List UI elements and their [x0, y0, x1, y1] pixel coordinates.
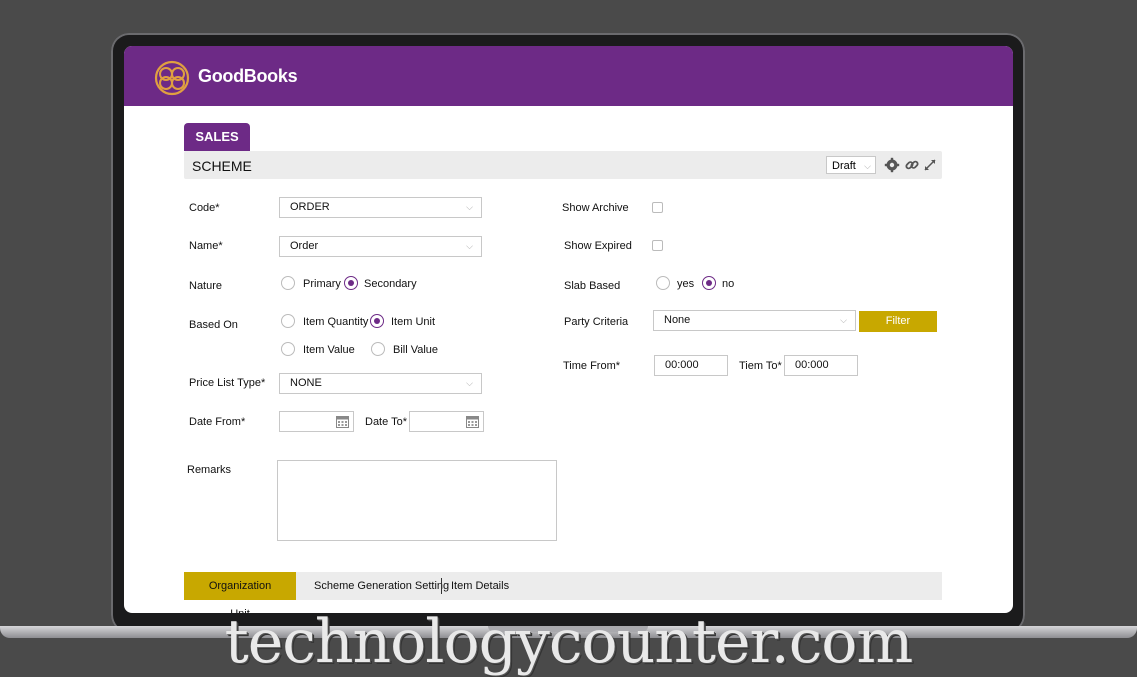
chevron-down-icon: ⌵ — [466, 378, 473, 388]
code-label: Code* — [189, 202, 220, 214]
code-value: ORDER — [290, 201, 330, 213]
remarks-textarea[interactable] — [277, 460, 557, 541]
nature-primary-radio[interactable] — [281, 276, 295, 290]
goodbooks-logo-icon — [154, 60, 190, 96]
status-select[interactable]: Draft ⌵ — [826, 156, 876, 174]
party-criteria-value: None — [664, 314, 691, 326]
calendar-icon[interactable] — [336, 415, 349, 428]
show-archive-checkbox[interactable] — [652, 202, 663, 213]
module-tab-sales[interactable]: SALES — [184, 123, 250, 151]
slab-based-yes-label: yes — [677, 278, 695, 290]
name-value: Order — [290, 240, 319, 252]
chevron-down-icon: ⌵ — [840, 315, 847, 325]
slab-based-no-radio[interactable] — [702, 276, 716, 290]
watermark-text: technologycounter.com — [224, 607, 914, 677]
based-on-bill-value-label: Bill Value — [393, 344, 439, 356]
price-list-type-value: NONE — [290, 377, 322, 389]
price-list-type-label: Price List Type* — [189, 377, 266, 389]
status-select-value: Draft — [832, 160, 856, 172]
party-criteria-select[interactable]: None ⌵ — [653, 310, 856, 331]
based-on-item-quantity-radio[interactable] — [281, 314, 295, 328]
form-title-bar: SCHEME Draft ⌵ — [184, 151, 942, 179]
date-to-label: Date To* — [365, 416, 407, 428]
tab-separator — [441, 578, 442, 594]
tab-organization-unit[interactable]: Organization Unit — [184, 572, 296, 613]
code-select[interactable]: ORDER ⌵ — [279, 197, 482, 218]
slab-based-label: Slab Based — [564, 280, 621, 292]
remarks-label: Remarks — [187, 464, 232, 476]
gear-icon[interactable] — [884, 157, 900, 173]
based-on-item-quantity-label: Item Quantity — [303, 316, 369, 328]
expand-icon[interactable] — [922, 157, 938, 173]
tab-scheme-generation-setting[interactable]: Scheme Generation Setting — [314, 572, 449, 600]
nature-secondary-label: Secondary — [364, 278, 417, 290]
time-to-input[interactable]: 00:000 — [784, 355, 858, 376]
show-expired-checkbox[interactable] — [652, 240, 663, 251]
show-expired-label: Show Expired — [564, 240, 632, 252]
based-on-bill-value-radio[interactable] — [371, 342, 385, 356]
nature-primary-label: Primary — [303, 278, 341, 290]
based-on-item-unit-radio[interactable] — [370, 314, 384, 328]
nature-label: Nature — [189, 280, 223, 292]
based-on-item-value-radio[interactable] — [281, 342, 295, 356]
calendar-icon[interactable] — [466, 415, 479, 428]
time-from-label: Time From* — [563, 360, 621, 372]
chevron-down-icon: ⌵ — [466, 202, 473, 212]
app-logo-text: GoodBooks — [198, 66, 298, 86]
time-to-label: Tiem To* — [739, 360, 782, 372]
date-from-input[interactable] — [279, 411, 354, 432]
price-list-type-select[interactable]: NONE ⌵ — [279, 373, 482, 394]
name-select[interactable]: Order ⌵ — [279, 236, 482, 257]
name-label: Name* — [189, 240, 223, 252]
app-header: GoodBooks — [124, 46, 1013, 106]
app-screen: GoodBooks SALES SCHEME Draft ⌵ Code* ORD… — [124, 46, 1013, 613]
date-from-label: Date From* — [189, 416, 246, 428]
show-archive-label: Show Archive — [562, 202, 629, 214]
time-from-input[interactable]: 00:000 — [654, 355, 728, 376]
date-to-input[interactable] — [409, 411, 484, 432]
chevron-down-icon: ⌵ — [864, 161, 871, 171]
slab-based-yes-radio[interactable] — [656, 276, 670, 290]
chevron-down-icon: ⌵ — [466, 241, 473, 251]
slab-based-no-label: no — [722, 278, 735, 290]
based-on-label: Based On — [189, 319, 238, 331]
bottom-tab-bar: Organization Unit Scheme Generation Sett… — [184, 572, 942, 613]
based-on-item-value-label: Item Value — [303, 344, 355, 356]
party-criteria-label: Party Criteria — [564, 316, 629, 328]
tab-item-details[interactable]: Item Details — [451, 572, 509, 600]
based-on-item-unit-label: Item Unit — [391, 316, 436, 328]
page-title: SCHEME — [192, 158, 252, 174]
nature-secondary-radio[interactable] — [344, 276, 358, 290]
link-icon[interactable] — [904, 157, 920, 173]
filter-button[interactable]: Filter — [859, 311, 937, 332]
